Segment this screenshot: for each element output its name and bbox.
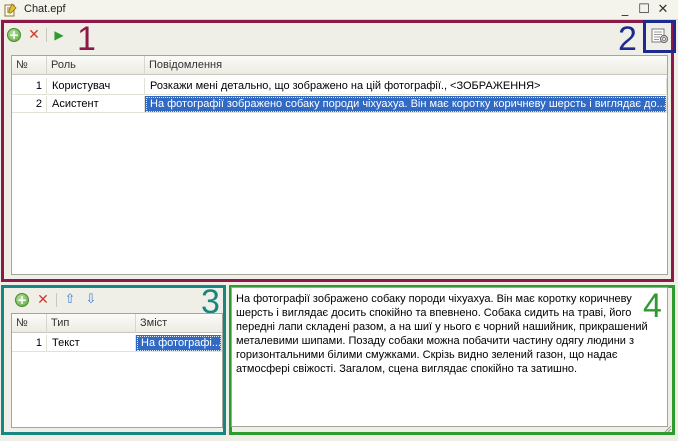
delete-content-button[interactable]: ✕ xyxy=(35,292,51,308)
add-content-button[interactable]: + xyxy=(14,292,30,308)
messages-toolbar: + ✕ ▶ xyxy=(6,26,67,44)
messages-table-header: № Роль Повідомлення xyxy=(12,56,667,75)
content-toolbar: + ✕ ⇧ ⇩ xyxy=(14,291,99,309)
add-message-button[interactable]: + xyxy=(6,27,22,43)
column-header-role[interactable]: Роль xyxy=(47,56,145,75)
section-number-2: 2 xyxy=(618,20,637,58)
table-row[interactable]: 2 Асистент На фотографії зображено собак… xyxy=(12,96,667,113)
app-icon xyxy=(4,3,18,17)
messages-table: № Роль Повідомлення 1 Користувач Розкажи… xyxy=(11,55,668,275)
row-type: Текст xyxy=(47,335,136,352)
content-table-header: № Тип Зміст xyxy=(12,314,222,333)
row-role: Асистент xyxy=(47,96,145,113)
table-row[interactable]: 1 Текст На фотографі... xyxy=(12,335,222,352)
add-icon: + xyxy=(15,293,29,307)
row-number: 1 xyxy=(12,335,47,352)
move-down-button[interactable]: ⇩ xyxy=(83,292,99,308)
section-number-1: 1 xyxy=(77,20,96,58)
content-table: № Тип Зміст 1 Текст На фотографі... xyxy=(11,313,223,428)
row-content-selected: На фотографі... xyxy=(136,335,222,352)
section-number-4: 4 xyxy=(643,287,662,325)
arrow-down-icon: ⇩ xyxy=(85,292,97,307)
toolbar-divider xyxy=(56,293,57,307)
column-header-number[interactable]: № xyxy=(12,56,47,75)
add-icon: + xyxy=(7,28,21,42)
column-header-content[interactable]: Зміст xyxy=(136,314,222,333)
arrow-up-icon: ⇧ xyxy=(64,292,76,307)
row-number: 2 xyxy=(12,96,47,113)
row-message: Розкажи мені детально, що зображено на ц… xyxy=(145,78,667,95)
row-number: 1 xyxy=(12,78,47,95)
delete-icon: ✕ xyxy=(37,292,49,308)
toolbar-divider xyxy=(46,28,47,42)
settings-icon xyxy=(651,28,669,44)
delete-icon: ✕ xyxy=(28,27,40,43)
row-message-selected: На фотографії зображено собаку породи чі… xyxy=(145,96,667,113)
maximize-button[interactable]: ☐ xyxy=(636,2,652,18)
table-row[interactable]: 1 Користувач Розкажи мені детально, що з… xyxy=(12,78,667,95)
delete-message-button[interactable]: ✕ xyxy=(26,27,42,43)
resize-grip-icon[interactable] xyxy=(664,424,672,433)
column-header-message[interactable]: Повідомлення xyxy=(145,56,667,75)
row-role: Користувач xyxy=(47,78,145,95)
response-text-area[interactable]: На фотографії зображено собаку породи чі… xyxy=(231,287,668,427)
title-bar: Chat.epf _ ☐ ✕ xyxy=(0,0,678,20)
run-button[interactable]: ▶ xyxy=(51,27,67,43)
window-title: Chat.epf xyxy=(24,3,66,15)
column-header-type[interactable]: Тип xyxy=(47,314,136,333)
minimize-button[interactable]: _ xyxy=(617,2,633,18)
column-header-number[interactable]: № xyxy=(12,314,47,333)
close-button[interactable]: ✕ xyxy=(655,2,671,18)
run-icon: ▶ xyxy=(54,28,64,42)
move-up-button[interactable]: ⇧ xyxy=(62,292,78,308)
settings-button[interactable] xyxy=(650,26,670,46)
